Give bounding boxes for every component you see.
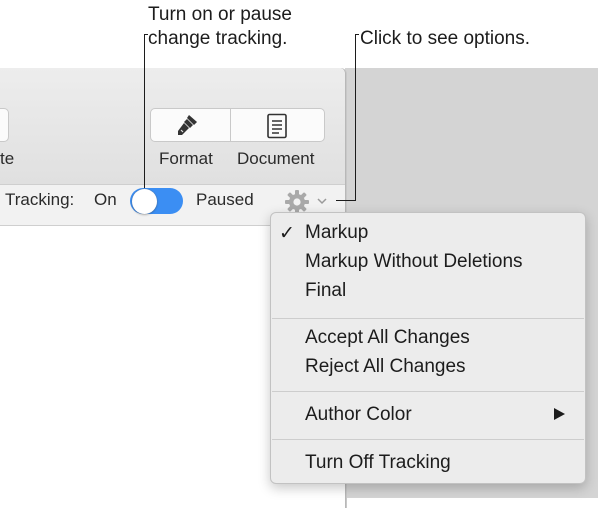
toggle-callout-line-1: Turn on or pause (148, 4, 292, 25)
partial-toolbar-button[interactable] (0, 108, 9, 142)
toggle-knob (132, 189, 157, 214)
options-callout: Click to see options. (360, 28, 531, 49)
partial-toolbar-label: te (0, 149, 15, 168)
menu-item-markup-without-deletions[interactable]: Markup Without Deletions (305, 251, 523, 273)
options-callout-leader (355, 34, 356, 201)
tracking-paused-label: Paused (196, 190, 254, 209)
menu-item-final[interactable]: Final (305, 280, 346, 302)
checkmark-icon: ✓ (279, 223, 295, 244)
submenu-arrow-icon (554, 408, 565, 420)
tracking-label: Tracking: (5, 190, 75, 209)
chevron-down-icon (317, 198, 327, 205)
tracking-on-label: On (94, 190, 117, 209)
menu-item-author-color[interactable]: Author Color (305, 404, 412, 426)
toggle-callout-line-2: change tracking. (148, 28, 288, 49)
menu-item-markup[interactable]: Markup (305, 222, 368, 244)
menu-item-turn-off-tracking[interactable]: Turn Off Tracking (305, 452, 451, 474)
format-label: Format (159, 149, 213, 168)
menu-separator (272, 318, 584, 319)
menu-item-reject-all-changes[interactable]: Reject All Changes (305, 356, 466, 378)
menu-separator (272, 439, 584, 440)
toggle-callout-leader (144, 34, 145, 188)
document-label: Document (237, 149, 315, 168)
options-callout-leader-tick-top (355, 34, 359, 35)
document-icon (267, 113, 287, 139)
toggle-callout-leader-tick (144, 34, 148, 35)
format-paintbrush-icon (178, 115, 197, 135)
menu-item-accept-all-changes[interactable]: Accept All Changes (305, 327, 470, 349)
menu-separator (272, 391, 584, 392)
options-callout-leader-tick-bottom (336, 200, 356, 201)
